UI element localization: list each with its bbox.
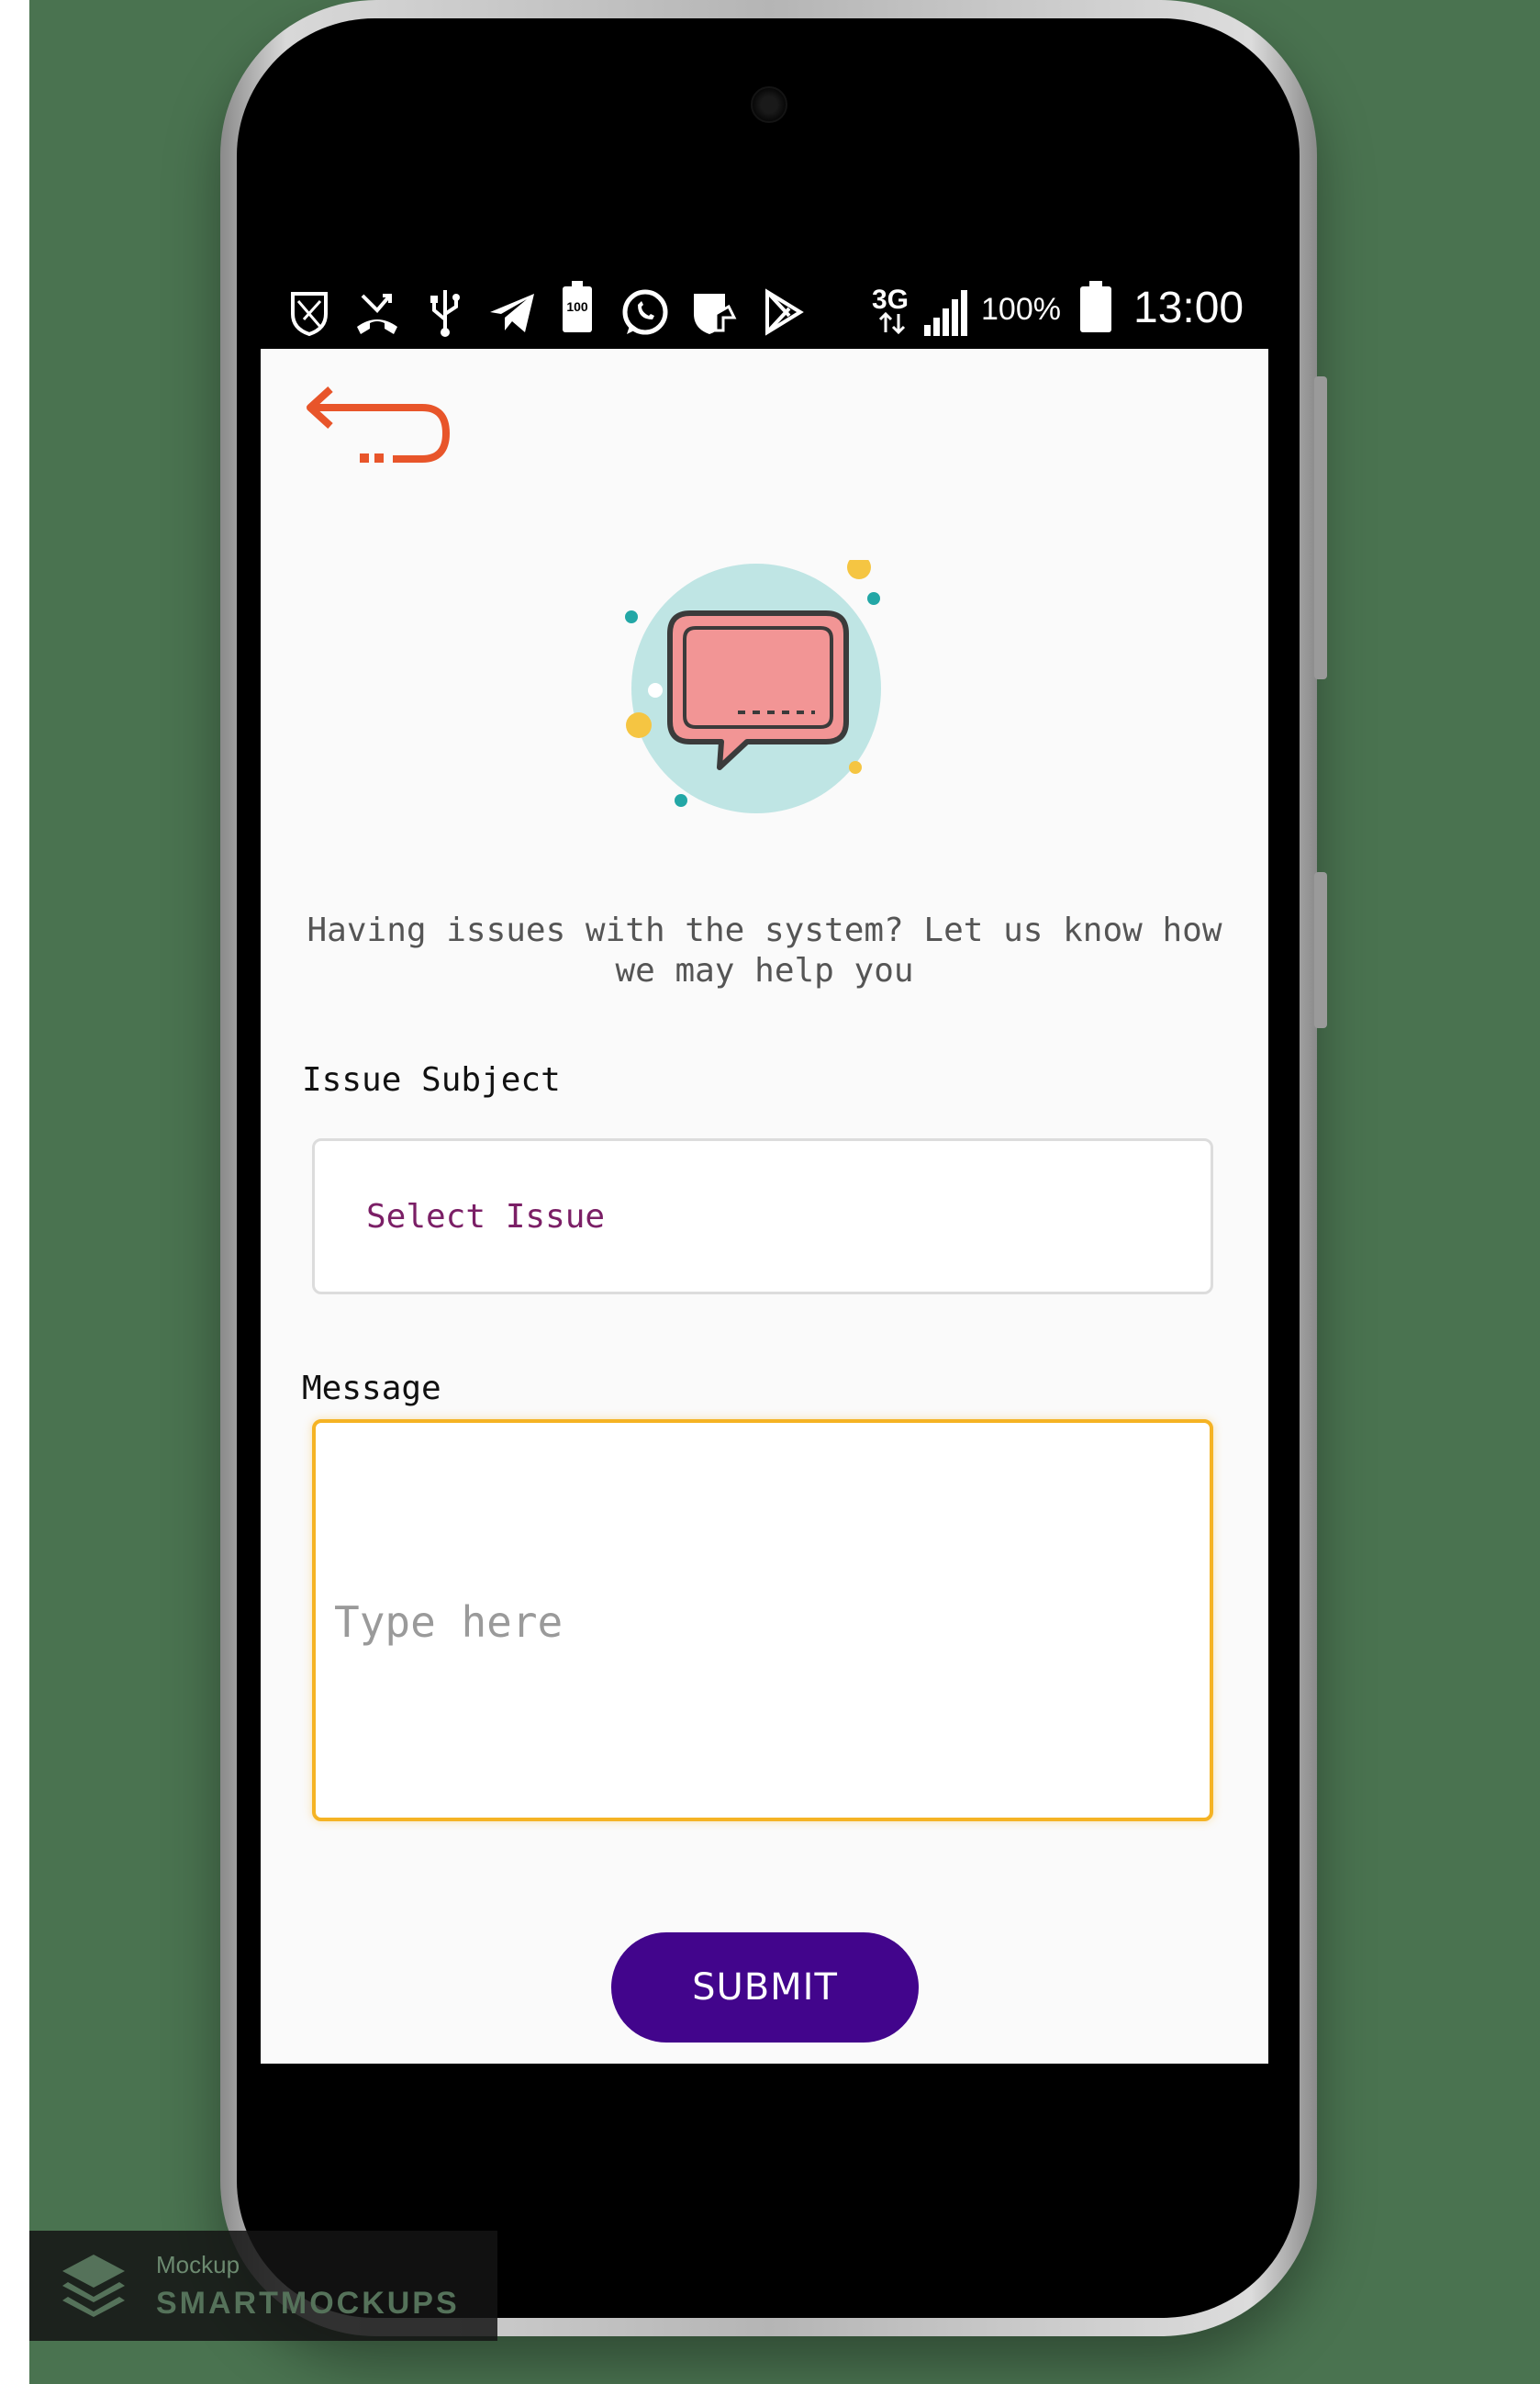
- message-label: Message: [302, 1370, 441, 1407]
- back-arrow-icon: [307, 386, 451, 463]
- submit-button[interactable]: SUBMIT: [611, 1932, 919, 2043]
- layers-logo-icon: [62, 2255, 125, 2317]
- battery-percent: 100%: [981, 292, 1061, 327]
- front-camera: [751, 86, 787, 123]
- battery-small-text: 100: [566, 299, 588, 314]
- vpn-shield-icon: [694, 294, 737, 334]
- power-button: [1314, 376, 1327, 679]
- network-type: 3G: [872, 285, 909, 315]
- message-field[interactable]: [312, 1419, 1213, 1821]
- battery-saver-icon: 100: [563, 281, 592, 332]
- app-screen: Having issues with the system? Let us kn…: [261, 349, 1268, 2064]
- issue-subject-label: Issue Subject: [302, 1061, 561, 1099]
- signal-strength-icon: [924, 290, 967, 336]
- battery-icon: [1080, 281, 1111, 332]
- missed-call-icon: [357, 294, 397, 334]
- intro-text: Having issues with the system? Let us kn…: [307, 912, 1222, 990]
- status-bar: 100 3G 100% 13:00: [280, 275, 1251, 349]
- back-button[interactable]: [305, 386, 452, 477]
- message-input[interactable]: [316, 1423, 1210, 1818]
- left-edge-strip: [0, 0, 29, 2384]
- watermark-line1: Mockup: [156, 2251, 240, 2278]
- clock: 13:00: [1133, 284, 1244, 332]
- network-arrows-icon: [878, 312, 906, 334]
- select-issue-placeholder: Select Issue: [366, 1198, 606, 1236]
- chat-bubble-icon: [625, 560, 881, 813]
- usb-icon: [430, 290, 460, 337]
- watermark: Mockup SMARTMOCKUPS: [29, 2231, 497, 2341]
- play-store-icon: [765, 288, 804, 336]
- watermark-line2: SMARTMOCKUPS: [156, 2286, 460, 2321]
- issue-select[interactable]: Select Issue: [312, 1138, 1213, 1294]
- shield-outline-icon: [291, 292, 328, 337]
- whatsapp-icon: [622, 289, 668, 335]
- volume-button: [1314, 872, 1327, 1028]
- telegram-icon: [490, 294, 534, 332]
